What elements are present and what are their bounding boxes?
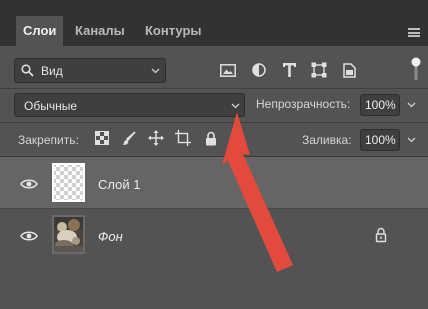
eye-icon[interactable] <box>20 178 38 190</box>
blend-mode-value: Обычные <box>24 99 78 113</box>
smart-object-filter-icon[interactable] <box>339 60 359 80</box>
layer-row[interactable]: Слой 1 <box>0 157 428 209</box>
lock-label: Закрепить: <box>18 133 79 147</box>
fill-input[interactable]: 100% <box>360 129 400 151</box>
lock-transparent-pixels-icon[interactable] <box>92 128 112 148</box>
layer-filter-select[interactable]: Вид <box>14 58 166 83</box>
lock-image-pixels-icon[interactable] <box>119 128 139 148</box>
lock-all-icon[interactable] <box>201 128 221 148</box>
chevron-down-icon <box>151 68 160 74</box>
layer-thumbnail-transparent <box>52 163 85 202</box>
layer-row[interactable]: Фон <box>0 209 428 261</box>
lock-artboard-icon[interactable] <box>173 128 193 148</box>
eye-icon[interactable] <box>20 230 38 242</box>
tab-layers[interactable]: Слои <box>16 16 64 46</box>
opacity-label: Непрозрачность: <box>256 97 351 111</box>
chevron-down-icon <box>231 103 240 109</box>
blend-mode-select[interactable]: Обычные <box>14 93 245 117</box>
tab-paths[interactable]: Контуры <box>138 16 209 46</box>
panel-top-strip <box>0 0 428 9</box>
image-filter-icon[interactable] <box>218 60 238 80</box>
row-separator <box>0 122 428 123</box>
panel-menu-icon[interactable] <box>408 28 420 37</box>
adjustment-filter-icon[interactable] <box>249 60 269 80</box>
shape-filter-icon[interactable] <box>309 60 329 80</box>
opacity-chevron-down-icon[interactable] <box>407 100 416 109</box>
fill-label: Заливка: <box>302 133 352 147</box>
fill-chevron-down-icon[interactable] <box>407 135 416 144</box>
opacity-input[interactable]: 100% <box>360 94 400 116</box>
layer-thumbnail-photo <box>52 215 85 254</box>
layer-lock-icon[interactable] <box>374 227 388 243</box>
annotation-arrow <box>222 112 293 272</box>
lock-position-icon[interactable] <box>146 128 166 148</box>
layer-name[interactable]: Фон <box>98 229 123 244</box>
filter-kind-label: Вид <box>41 64 63 78</box>
row-separator <box>0 88 428 89</box>
layer-name[interactable]: Слой 1 <box>98 177 140 192</box>
panel-tab-bar: Слои Каналы Контуры <box>0 9 428 46</box>
filter-toggle-switch[interactable] <box>411 56 421 82</box>
type-filter-icon[interactable] <box>279 60 299 80</box>
search-icon <box>21 64 34 77</box>
tab-channels[interactable]: Каналы <box>68 16 132 46</box>
